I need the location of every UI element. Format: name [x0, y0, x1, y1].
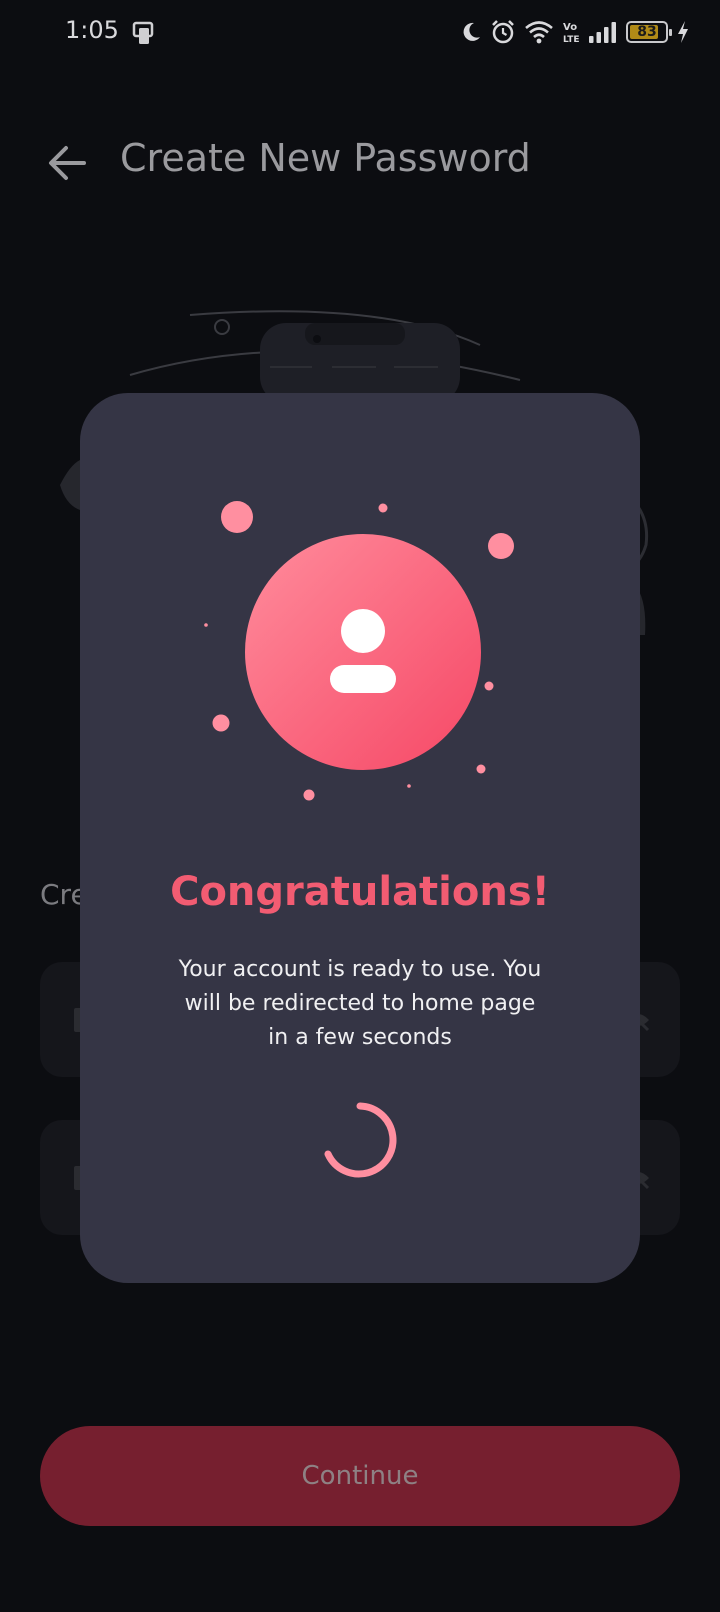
wifi-icon	[525, 21, 553, 44]
decor-dot	[476, 764, 486, 774]
decor-dot	[221, 501, 253, 533]
battery-percent: 83	[637, 24, 657, 40]
svg-text:LTE: LTE	[563, 35, 580, 45]
back-arrow-icon[interactable]	[44, 140, 90, 186]
alarm-icon	[492, 20, 514, 44]
screen-share-icon	[132, 21, 154, 44]
battery-icon: 83	[626, 21, 672, 43]
decor-dot	[488, 533, 514, 559]
success-dialog: Congratulations! Your account is ready t…	[80, 393, 640, 1283]
success-illustration	[204, 501, 514, 801]
signal-icon	[589, 22, 616, 43]
decor-dot	[204, 623, 208, 627]
page-title: Create New Password	[120, 136, 531, 180]
charging-icon	[678, 21, 688, 43]
status-time: 1:05	[65, 16, 119, 44]
dialog-title: Congratulations!	[170, 869, 550, 915]
decor-dot	[212, 714, 230, 732]
volte-icon: Vo LTE	[563, 22, 580, 45]
moon-icon	[463, 22, 480, 41]
dialog-message: Your account is ready to use. You will b…	[178, 957, 542, 1050]
decor-dot	[407, 784, 411, 788]
decor-dot	[484, 681, 494, 691]
status-bar: 1:05 Vo LTE 83	[0, 0, 720, 64]
svg-text:Vo: Vo	[563, 22, 577, 33]
continue-button[interactable]: Continue	[40, 1426, 680, 1526]
status-icons: Vo LTE 83	[460, 14, 690, 50]
spinner-icon	[324, 1102, 397, 1178]
decor-dot	[378, 503, 388, 513]
decor-dot	[303, 789, 315, 801]
